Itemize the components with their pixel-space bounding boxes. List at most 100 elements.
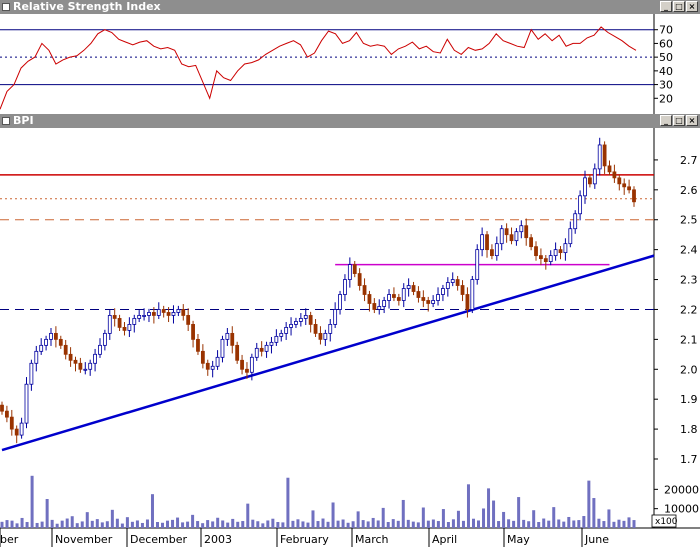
volume-bar (10, 520, 14, 528)
window-menu-icon[interactable] (2, 117, 10, 125)
volume-bar (176, 517, 180, 528)
volume-bar (527, 521, 531, 528)
volume-bar (532, 510, 536, 528)
bpi-titlebar[interactable]: BPI _ □ × (0, 114, 700, 128)
volume-bar (110, 509, 114, 528)
y-tick-label: 20000 (664, 483, 699, 496)
candle-body (191, 324, 195, 340)
minimize-button[interactable]: _ (660, 115, 672, 126)
volume-bar (135, 520, 139, 528)
candle-body (328, 324, 333, 334)
close-button[interactable]: × (686, 1, 698, 12)
candle-body (416, 291, 421, 298)
candle-body (499, 228, 504, 245)
x-tick-label: June (584, 533, 609, 546)
candle-body (205, 362, 210, 370)
rsi-titlebar[interactable]: Relative Strength Index _ □ × (0, 0, 700, 14)
volume-bar (236, 521, 240, 528)
candle-body (132, 318, 137, 325)
volume-bar (266, 520, 270, 528)
volume-bar (105, 521, 109, 528)
candle-body (392, 294, 396, 298)
volume-bar (471, 518, 475, 528)
candle-body (102, 332, 107, 346)
volume-bar (477, 520, 481, 528)
volume-bar (171, 519, 175, 528)
y-tick-label: 2.6 (680, 184, 698, 197)
volume-bar (125, 517, 129, 528)
candle-body (117, 318, 122, 328)
volume-bar (115, 518, 119, 528)
volume-bar (191, 514, 195, 528)
candle-body (313, 324, 318, 334)
y-tick-label: 30 (659, 79, 673, 92)
volume-bar (597, 518, 601, 528)
candle-body (264, 344, 269, 352)
volume-bar (256, 521, 260, 528)
x-tick-label: February (280, 533, 329, 546)
volume-bar (246, 503, 250, 528)
volume-bar (431, 519, 435, 528)
candle-body (627, 186, 632, 191)
price-chart: 1.7 1.8 1.9 2.0 2.1 2.2 2.3 2.4 2.5 2.6 2.7 (0, 128, 698, 466)
candle-body (196, 338, 200, 352)
candle-body (220, 338, 225, 358)
x-tick-label: April (432, 533, 457, 546)
candle-body (524, 225, 529, 239)
candle-body (181, 309, 186, 316)
volume-bar (632, 520, 636, 528)
y-tick-label: 10000 (664, 503, 699, 516)
candle-body (166, 312, 171, 316)
volume-bar (50, 519, 54, 528)
candle-body (68, 353, 73, 361)
volume-bar (90, 520, 94, 528)
candle-body (548, 255, 553, 263)
volume-bar (602, 521, 606, 528)
window-menu-icon[interactable] (2, 3, 10, 11)
volume-bar (306, 522, 310, 528)
maximize-button[interactable]: □ (673, 1, 685, 12)
x-tick-label: March (355, 533, 389, 546)
maximize-button[interactable]: □ (673, 115, 685, 126)
candle-body (583, 177, 587, 197)
y-tick-label: 2.0 (680, 363, 698, 376)
candle-body (93, 353, 97, 364)
minimize-button[interactable]: _ (660, 1, 672, 12)
candle-body (426, 300, 431, 304)
close-button[interactable]: × (686, 115, 698, 126)
candle-body (127, 324, 132, 331)
candle-body (597, 144, 602, 170)
y-tick-label: 20 (659, 92, 673, 105)
volume-bar (512, 520, 516, 528)
candle-body (318, 332, 323, 340)
volume-bar (562, 521, 566, 528)
candle-body (58, 338, 63, 346)
volume-bar (386, 522, 390, 528)
volume-bar (346, 522, 350, 528)
volume-bar (0, 521, 4, 528)
volume-bar (321, 518, 325, 528)
volume-bar (592, 498, 596, 528)
candle-body (308, 315, 313, 325)
rsi-chart: 203040506070 (0, 14, 673, 114)
candle-body (529, 237, 534, 248)
candle-body (98, 344, 102, 355)
candle-body (78, 362, 83, 370)
candle-body (357, 273, 362, 286)
volume-bar (30, 475, 34, 528)
volume-bar (70, 516, 74, 528)
volume-bar (361, 520, 365, 528)
volume-bar (391, 519, 395, 528)
x-tick-label: 2003 (204, 533, 232, 546)
volume-bar (482, 508, 486, 528)
candle-body (122, 327, 127, 331)
volume-pane: 10000 20000 x100 ber November December 2003 Feb… (0, 466, 700, 547)
volume-bar (15, 523, 19, 528)
y-tick-label: 60 (659, 37, 673, 50)
candle-body (534, 246, 538, 257)
y-tick-label: 2.2 (680, 303, 698, 316)
candle-body (519, 225, 524, 233)
volume-bar (577, 520, 581, 528)
candle-body (347, 264, 352, 280)
volume-bar (552, 507, 556, 528)
